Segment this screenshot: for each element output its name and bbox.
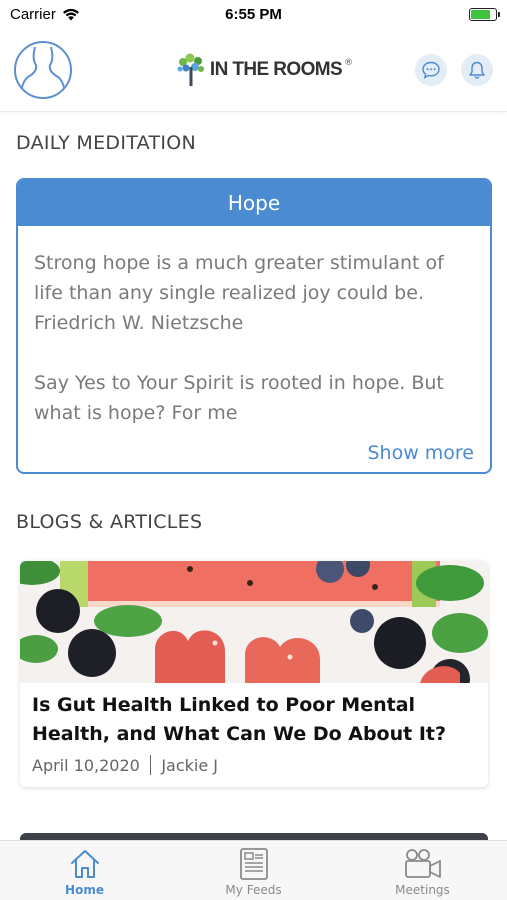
show-more-link[interactable]: Show more: [367, 442, 474, 464]
daily-meditation-heading: DAILY MEDITATION: [16, 132, 197, 154]
meditation-body: Strong hope is a much greater stimulant …: [18, 226, 490, 424]
feed-icon: [239, 848, 268, 880]
logo: IN THE ROOMS ®: [174, 52, 353, 88]
article-card[interactable]: Is Gut Health Linked to Poor Mental Heal…: [20, 561, 488, 787]
tab-meetings[interactable]: Meetings: [338, 841, 507, 900]
article-title: Is Gut Health Linked to Poor Mental Heal…: [32, 694, 447, 745]
messages-button[interactable]: [414, 53, 447, 86]
logo-text: IN THE ROOMS: [209, 58, 343, 80]
battery-level: [471, 9, 491, 19]
tab-my-feeds-label: My Feeds: [225, 883, 282, 897]
article-image: [20, 561, 488, 683]
wifi-icon: [62, 8, 79, 20]
meta-divider: [149, 755, 152, 775]
blogs-articles-heading: BLOGS & ARTICLES: [16, 511, 203, 533]
tab-my-feeds[interactable]: My Feeds: [169, 841, 338, 900]
article-author: Jackie J: [161, 755, 219, 775]
tab-bar: Home My Feeds Meetings: [0, 840, 507, 900]
meditation-title: Hope: [18, 180, 490, 226]
app-header: IN THE ROOMS ®: [0, 28, 507, 112]
tab-meetings-label: Meetings: [395, 883, 450, 897]
chat-bubble-icon: [422, 61, 440, 79]
bell-icon: [469, 61, 485, 79]
article-meta: April 10,2020 Jackie J: [20, 749, 488, 775]
avatar[interactable]: [14, 40, 72, 99]
tab-home-label: Home: [65, 883, 104, 897]
meditation-excerpt: Say Yes to Your Spirit is rooted in hope…: [34, 372, 444, 424]
notifications-button[interactable]: [460, 53, 493, 86]
status-left: Carrier: [10, 6, 80, 23]
meditation-card[interactable]: Hope Strong hope is a much greater stimu…: [16, 178, 492, 474]
video-camera-icon: [404, 849, 441, 878]
status-bar: Carrier 6:55 PM: [0, 0, 507, 28]
tab-home[interactable]: Home: [0, 841, 169, 900]
article-date: April 10,2020: [32, 755, 140, 775]
battery-icon: [469, 7, 500, 21]
meditation-quote: Strong hope is a much greater stimulant …: [34, 252, 444, 334]
user-silhouette-icon: [20, 46, 66, 93]
header-actions: [414, 53, 493, 86]
carrier-label: Carrier: [10, 5, 56, 23]
registered-mark: ®: [344, 57, 354, 68]
home-icon: [70, 850, 99, 878]
tree-logo-icon: [177, 53, 204, 86]
